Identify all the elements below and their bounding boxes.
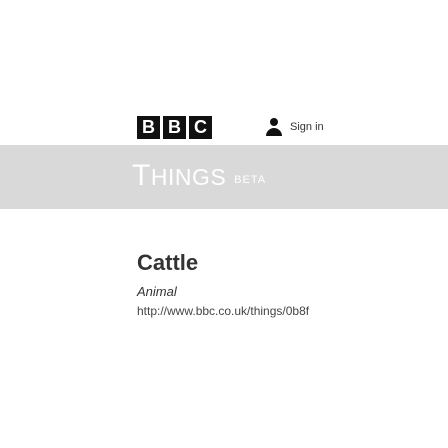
page: B B C Sign in THINGS BETA Cattle Animal … xyxy=(0,0,448,448)
signin-label: Sign in xyxy=(290,121,324,133)
bbc-logo-letter-b2: B xyxy=(163,116,186,139)
things-logo[interactable]: THINGS BETA xyxy=(132,159,266,194)
things-first-letter: T xyxy=(132,159,151,192)
entity-type: Animal xyxy=(137,284,177,299)
bbc-logo-letter-b1: B xyxy=(137,116,160,139)
entity-uri[interactable]: http://www.bbc.co.uk/things/0b8f xyxy=(137,304,448,319)
things-banner: THINGS BETA xyxy=(0,145,448,209)
bbc-logo[interactable]: B B C xyxy=(137,116,212,139)
user-icon xyxy=(264,116,284,138)
bbc-header: B B C Sign in xyxy=(0,0,448,139)
beta-badge: BETA xyxy=(234,174,267,186)
entity-title: Cattle xyxy=(137,250,199,275)
entity-content: Cattle Animal http://www.bbc.co.uk/thing… xyxy=(137,250,448,319)
signin-button[interactable]: Sign in xyxy=(264,113,324,141)
things-rest-letters: HINGS xyxy=(150,164,227,190)
bbc-logo-letter-c: C xyxy=(189,116,212,139)
things-wordmark-text: THINGS xyxy=(132,159,226,194)
